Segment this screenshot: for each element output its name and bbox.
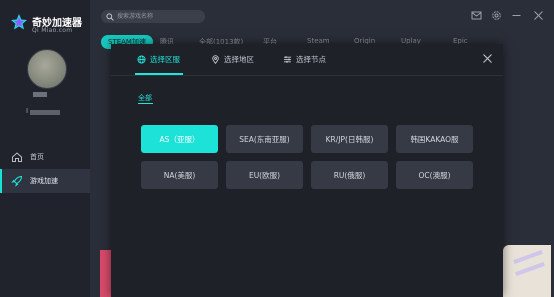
game-card-thumbnail[interactable]	[503, 245, 551, 297]
sidebar-item-home[interactable]: 首页	[0, 145, 90, 169]
tab-label: 选择节点	[296, 55, 326, 64]
gear-icon[interactable]	[491, 10, 502, 21]
star-logo-icon	[10, 13, 28, 31]
avatar[interactable]	[27, 49, 67, 89]
user-id-label: I	[26, 107, 29, 115]
location-pin-icon	[211, 55, 220, 64]
region-button-as[interactable]: AS（亚服）	[141, 125, 218, 153]
app-logo: 奇妙加速器 Qi Miao.com	[10, 11, 90, 35]
top-bar	[90, 0, 554, 32]
region-button-oc[interactable]: OC(澳服)	[396, 161, 473, 189]
filter-indicator	[138, 103, 153, 104]
active-tab-indicator	[135, 73, 183, 75]
region-button-kakao[interactable]: 韩国KAKAO服	[396, 125, 473, 153]
region-button-sea[interactable]: SEA(东南亚服)	[226, 125, 303, 153]
region-button-kr-jp[interactable]: KR/JP(日韩服)	[311, 125, 388, 153]
tab-select-region[interactable]: 选择区服	[137, 54, 180, 65]
sidebar-item-label: 首页	[30, 153, 44, 161]
search-input[interactable]	[117, 11, 199, 22]
tab-select-area[interactable]: 选择地区	[211, 54, 254, 65]
dialog-header: 选择区服 选择地区 选择节点	[111, 44, 503, 76]
region-button-eu[interactable]: EU(欧服)	[226, 161, 303, 189]
server-select-dialog: 选择区服 选择地区 选择节点 全部 AS（亚服） SEA(东南亚服) KR/JP…	[111, 44, 503, 297]
search-box[interactable]	[101, 10, 205, 23]
region-button-ru[interactable]: RU(俄服)	[311, 161, 388, 189]
sidebar-item-speedup[interactable]: 游戏加速	[0, 169, 90, 193]
mail-icon[interactable]	[471, 10, 482, 21]
filter-all[interactable]: 全部	[138, 93, 152, 103]
tab-select-node[interactable]: 选择节点	[283, 54, 326, 65]
user-id-redacted	[30, 110, 60, 115]
home-icon	[11, 151, 23, 163]
sidebar-item-label: 游戏加速	[30, 177, 58, 185]
minimize-icon[interactable]	[511, 10, 522, 21]
close-icon[interactable]	[482, 53, 493, 64]
username-redacted	[33, 92, 47, 97]
globe-icon	[137, 55, 146, 64]
search-icon	[106, 12, 114, 21]
close-icon[interactable]	[533, 10, 544, 21]
sidebar: 奇妙加速器 Qi Miao.com I 首页 游戏加速	[0, 0, 90, 297]
tab-label: 选择地区	[224, 55, 254, 64]
rocket-icon	[11, 175, 23, 187]
app-url: Qi Miao.com	[32, 27, 73, 34]
sliders-icon	[283, 55, 292, 64]
tab-label: 选择区服	[150, 55, 180, 64]
region-button-na[interactable]: NA(美服)	[141, 161, 218, 189]
